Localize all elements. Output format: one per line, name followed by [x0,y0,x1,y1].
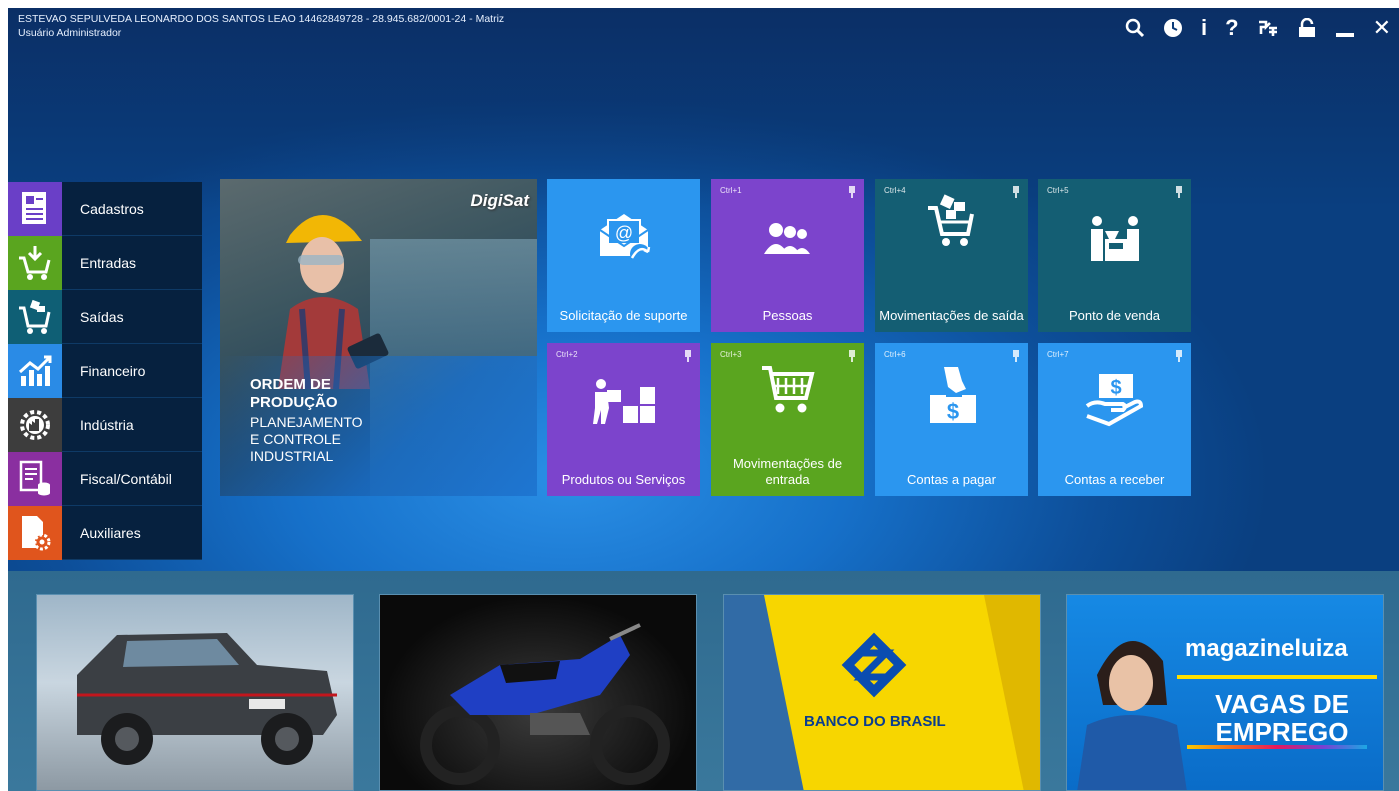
search-icon[interactable] [1125,18,1145,38]
menu-label: Indústria [80,416,134,433]
minimize-icon[interactable] [1335,18,1355,38]
menu-item-auxiliares[interactable]: Auxiliares [8,505,202,560]
ad-pickup-truck[interactable] [36,594,354,791]
pin-icon[interactable] [684,349,692,367]
svg-text:$: $ [1110,377,1121,399]
close-icon[interactable]: ✕ [1373,16,1391,40]
tile-shortcut: Ctrl+5 [1047,186,1069,195]
tile-label: Ponto de venda [1068,308,1161,323]
menu-label: Financeiro [80,362,146,379]
tile-ponto-de-venda[interactable]: Ctrl+5 Ponto de venda [1038,179,1191,332]
cart-out-icon [8,289,62,344]
tile-movimentacoes-de-entrada[interactable]: Ctrl+3 Movimentações de entrada [711,343,864,496]
digisat-logo: DigiSat [470,191,529,210]
lock-icon[interactable] [1297,18,1317,38]
tile-label: Pessoas [762,308,813,323]
menu-item-saidas[interactable]: Saídas [8,289,202,344]
menu-item-financeiro[interactable]: Financeiro [8,343,202,398]
help-icon[interactable]: ? [1225,16,1238,40]
fiscal-doc-icon [8,451,62,506]
cart-icon [711,355,864,425]
banner-title: ORDEM DE PRODUÇÃO [250,376,338,412]
cart-in-icon [8,235,62,290]
pin-icon[interactable] [1175,185,1183,203]
pay-hand-icon: $ [875,361,1028,431]
tile-label: Solicitação de suporte [559,308,688,323]
company-info: ESTEVAO SEPULVEDA LEONARDO DOS SANTOS LE… [18,13,505,25]
chart-up-icon [8,343,62,398]
app-window: ESTEVAO SEPULVEDA LEONARDO DOS SANTOS LE… [8,8,1399,791]
tile-shortcut: Ctrl+7 [1047,350,1069,359]
menu-label: Auxiliares [80,524,141,541]
email-at-icon: @ [547,203,700,273]
motorcycle-image [420,623,670,785]
tile-pessoas[interactable]: Ctrl+1 Pessoas [711,179,864,332]
menu-label: Cadastros [80,200,144,217]
tile-shortcut: Ctrl+1 [720,186,742,195]
people-icon [711,203,864,273]
banner-subtitle-line: PLANEJAMENTO [250,414,363,430]
store-name: magazineluiza [1185,635,1348,662]
tile-label: Movimentações de saída [879,308,1024,323]
menu-label: Entradas [80,254,137,271]
tile-label: Contas a receber [1064,472,1165,487]
menu-item-entradas[interactable]: Entradas [8,235,202,290]
svg-text:@: @ [614,223,632,243]
ad-banco-do-brasil[interactable]: BANCO DO BRASIL [723,594,1041,791]
tile-label: Movimentações de entrada [732,456,843,487]
tile-shortcut: Ctrl+2 [556,350,578,359]
user-name: Usuário Administrador [18,27,122,39]
tile-label: Produtos ou Serviços [561,472,686,487]
document-list-icon [8,181,62,236]
banner-subtitle-line: E CONTROLE [250,431,342,447]
cart-boxes-icon [875,187,1028,257]
tile-contas-a-pagar[interactable]: Ctrl+6 $ Contas a pagar [875,343,1028,496]
ads-strip: BANCO DO BRASIL magazineluiza VAGAS DE E… [8,571,1399,791]
ad-magazine-luiza[interactable]: magazineluiza VAGAS DE EMPREGO [1066,594,1384,791]
factory-gear-icon [8,397,62,452]
cashier-icon [1038,203,1191,273]
tile-shortcut: Ctrl+6 [884,350,906,359]
menu-label: Fiscal/Contábil [80,470,172,487]
banco-do-brasil-logo [724,595,1040,790]
receive-hand-icon: $ [1038,365,1191,435]
main-menu: Cadastros Entradas Saídas Financeiro Ind… [8,181,202,560]
tile-solicitacao-de-suporte[interactable]: @ Solicitação de suporte [547,179,700,332]
menu-item-industria[interactable]: Indústria [8,397,202,452]
header: ESTEVAO SEPULVEDA LEONARDO DOS SANTOS LE… [18,12,504,40]
banner-title-line: PRODUÇÃO [250,394,338,411]
info-icon[interactable]: i [1201,16,1207,40]
top-toolbar: i ? ✕ [1125,16,1391,40]
menu-item-fiscal-contabil[interactable]: Fiscal/Contábil [8,451,202,506]
ad-motorcycle[interactable] [379,594,697,791]
bank-name: BANCO DO BRASIL [804,713,946,730]
menu-item-cadastros[interactable]: Cadastros [8,181,202,236]
tile-label: Contas a pagar [907,472,996,487]
production-order-banner[interactable]: DigiSat ORDEM DE PRODUÇÃO PLANEJAMENTO E… [220,179,537,496]
svg-text:$: $ [946,399,958,424]
users-icon[interactable] [1257,18,1279,38]
clock-icon[interactable] [1163,18,1183,38]
pickup-truck-image [77,633,337,765]
banner-title-line: ORDEM DE [250,376,331,393]
menu-label: Saídas [80,308,124,325]
tile-movimentacoes-de-saida[interactable]: Ctrl+4 Movimentações de saída [875,179,1028,332]
store-slogan: VAGAS DE EMPREGO [1215,689,1349,747]
tile-contas-a-receber[interactable]: Ctrl+7 $ Contas a receber [1038,343,1191,496]
banner-subtitle-line: INDUSTRIAL [250,448,334,464]
pin-icon[interactable] [848,185,856,203]
banner-subtitle: PLANEJAMENTO E CONTROLE INDUSTRIAL [250,414,363,465]
boxes-person-icon [547,367,700,437]
doc-gear-icon [8,505,62,560]
tile-produtos-ou-servicos[interactable]: Ctrl+2 Produtos ou Serviços [547,343,700,496]
